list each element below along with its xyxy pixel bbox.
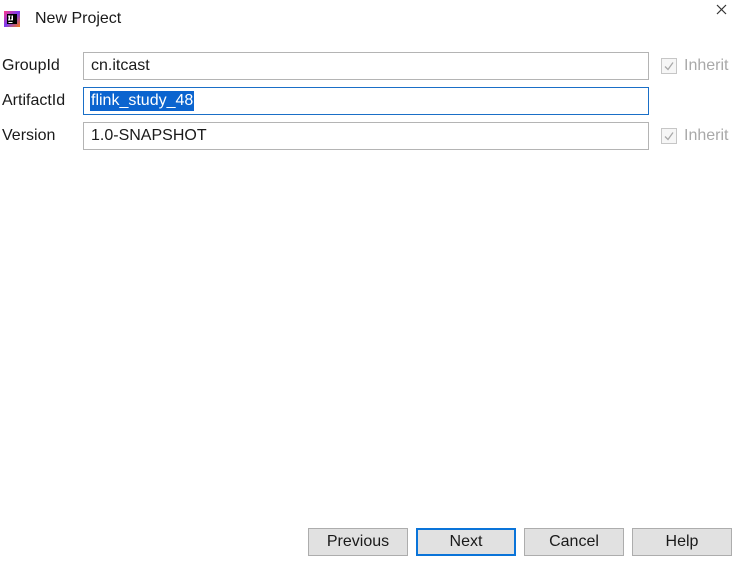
previous-button[interactable]: Previous xyxy=(308,528,408,556)
version-label: Version xyxy=(2,127,56,144)
next-button[interactable]: Next xyxy=(416,528,516,556)
title-bar: New Project xyxy=(0,0,738,38)
checkbox-box xyxy=(661,128,677,144)
inherit-label: Inherit xyxy=(684,127,729,144)
check-icon xyxy=(664,132,674,141)
group-id-field[interactable]: cn.itcast xyxy=(83,52,649,80)
group-id-inherit-checkbox[interactable]: Inherit xyxy=(661,56,728,76)
help-button[interactable]: Help xyxy=(632,528,732,556)
version-field[interactable]: 1.0-SNAPSHOT xyxy=(83,122,649,150)
close-button[interactable] xyxy=(706,0,736,18)
artifact-id-field[interactable]: flink_study_48 xyxy=(83,87,649,115)
new-project-dialog: New Project GroupId cn.itcast Inherit Ar… xyxy=(0,0,738,561)
checkbox-box xyxy=(661,58,677,74)
version-inherit-checkbox[interactable]: Inherit xyxy=(661,126,728,146)
dialog-title: New Project xyxy=(35,10,122,27)
artifact-id-value: flink_study_48 xyxy=(90,91,195,111)
intellij-idea-icon xyxy=(4,11,20,27)
check-icon xyxy=(664,62,674,71)
cancel-button[interactable]: Cancel xyxy=(524,528,624,556)
close-icon xyxy=(716,4,726,14)
group-id-value: cn.itcast xyxy=(91,57,150,74)
inherit-label: Inherit xyxy=(684,57,729,74)
artifact-id-label: ArtifactId xyxy=(2,92,66,109)
version-value: 1.0-SNAPSHOT xyxy=(91,127,207,144)
group-id-label: GroupId xyxy=(2,57,60,74)
